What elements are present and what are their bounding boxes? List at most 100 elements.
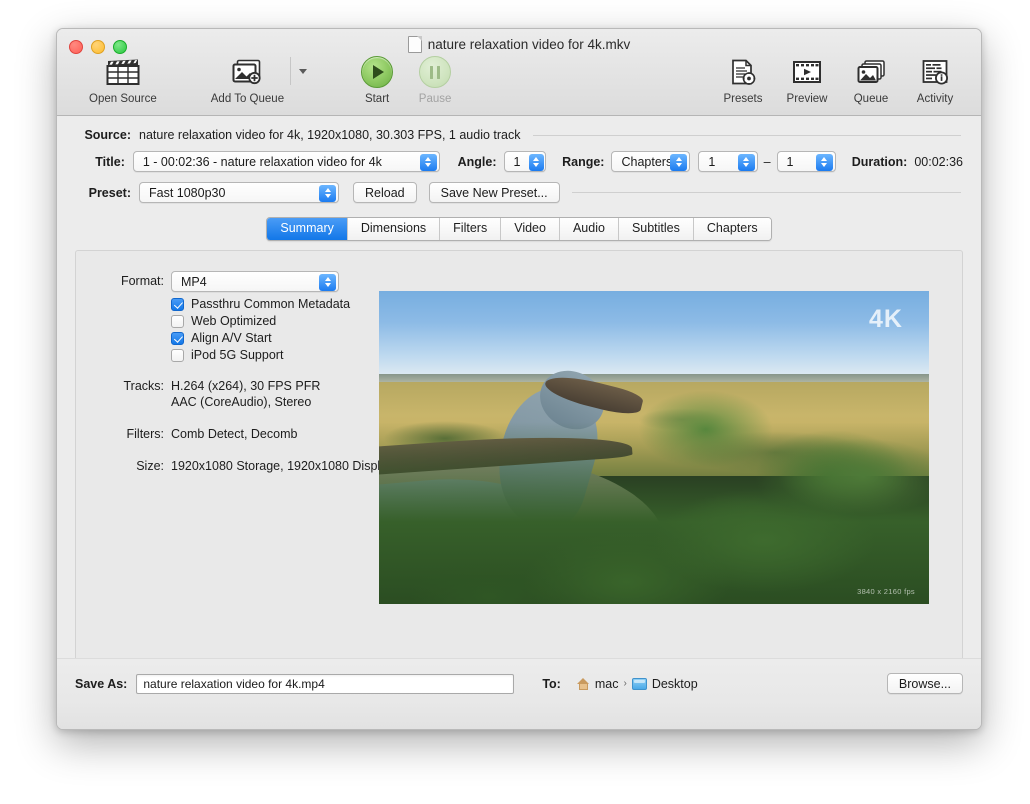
- start-button-circle: [361, 56, 394, 88]
- source-separator: [532, 134, 961, 136]
- checkbox-align-av-icon: [171, 331, 184, 345]
- toolbar-presets-label: Presets: [723, 93, 763, 105]
- tab-filters[interactable]: Filters: [440, 218, 502, 240]
- checkbox-passthru-common-metadata[interactable]: Passthru Common Metadata: [171, 297, 398, 311]
- toolbar-open-source[interactable]: Open Source: [89, 55, 157, 105]
- save-as-value: nature relaxation video for 4k.mp4: [143, 676, 325, 691]
- size-value: 1920x1080 Storage, 1920x1080 Display: [171, 459, 394, 473]
- tab-group: Summary Dimensions Filters Video Audio S…: [266, 217, 772, 241]
- filters-row: Filters: Comb Detect, Decomb: [98, 424, 398, 442]
- range-start-stepper[interactable]: 1: [698, 151, 758, 172]
- checkbox-ipod-label: iPod 5G Support: [191, 348, 284, 362]
- format-label: Format:: [120, 274, 164, 288]
- toolbar-activity-label: Activity: [916, 93, 954, 105]
- queue-icon: [856, 55, 886, 89]
- filters-value: Comb Detect, Decomb: [171, 427, 298, 441]
- range-type-popup[interactable]: Chapters: [611, 151, 691, 172]
- checkbox-web-optimized-icon: [171, 314, 184, 328]
- range-label: Range:: [562, 154, 605, 169]
- toolbar-add-to-queue[interactable]: Add To Queue: [211, 55, 284, 105]
- duration-label: Duration:: [851, 154, 908, 169]
- range-end-arrows-icon: [815, 153, 833, 171]
- toolbar-presets[interactable]: Presets: [717, 55, 769, 105]
- reload-button[interactable]: Reload: [353, 182, 417, 203]
- preset-separator: [571, 192, 961, 193]
- angle-label: Angle:: [457, 154, 497, 169]
- range-end-stepper[interactable]: 1: [776, 151, 836, 172]
- summary-form: Format: MP4 Passthru Common Metadata Web…: [98, 271, 398, 477]
- format-options-group: Passthru Common Metadata Web Optimized A…: [98, 297, 398, 362]
- preset-popup-button[interactable]: Fast 1080p30: [139, 182, 339, 203]
- tracks-audio-line: AAC (CoreAudio), Stereo: [171, 395, 312, 409]
- tab-dimensions[interactable]: Dimensions: [347, 218, 441, 240]
- checkbox-ipod-5g-support[interactable]: iPod 5G Support: [171, 348, 398, 362]
- toolbar-start-label: Start: [364, 93, 390, 105]
- preset-popup-arrows-icon: [319, 184, 336, 202]
- chevron-down-icon[interactable]: [299, 69, 308, 74]
- tab-bar: Summary Dimensions Filters Video Audio S…: [57, 217, 981, 241]
- toolbar-open-source-label: Open Source: [89, 93, 157, 105]
- home-icon: [576, 677, 590, 690]
- angle-value: 1: [513, 154, 521, 169]
- tab-summary[interactable]: Summary: [267, 218, 348, 240]
- reload-label: Reload: [365, 185, 405, 200]
- tab-audio-label: Audio: [572, 221, 605, 235]
- preview-4k-watermark: 4K: [869, 305, 903, 333]
- browse-button[interactable]: Browse...: [886, 673, 963, 694]
- preset-row: Preset: Fast 1080p30 Reload Save New Pre…: [75, 182, 963, 203]
- toolbar-preview[interactable]: Preview: [781, 55, 833, 105]
- toolbar-activity[interactable]: Activity: [909, 55, 961, 105]
- angle-stepper-arrows-icon: [528, 153, 544, 171]
- play-triangle-icon: [373, 65, 385, 79]
- tab-chapters-label: Chapters: [706, 221, 758, 235]
- checkbox-ipod-icon: [171, 348, 184, 362]
- toolbar-divider: [290, 57, 292, 85]
- checkbox-web-optimized[interactable]: Web Optimized: [171, 314, 398, 328]
- tracks-label: Tracks:: [123, 379, 164, 393]
- toolbar-add-to-queue-group: Add To Queue: [211, 55, 308, 105]
- tab-audio[interactable]: Audio: [559, 218, 619, 240]
- browse-label: Browse...: [898, 676, 951, 691]
- summary-panel: Format: MP4 Passthru Common Metadata Web…: [75, 250, 963, 675]
- save-as-label: Save As:: [75, 676, 128, 691]
- preview-resolution-overlay: 3840 x 2160 fps: [857, 587, 915, 596]
- breadcrumb-separator-icon: ›: [623, 678, 627, 689]
- window-title: nature relaxation video for 4k.mkv: [427, 37, 631, 52]
- destination-path-breadcrumb[interactable]: mac › Desktop: [576, 676, 698, 691]
- checkbox-align-av-start[interactable]: Align A/V Start: [171, 331, 398, 345]
- toolbar-queue-label: Queue: [853, 93, 889, 105]
- filters-label: Filters:: [126, 427, 165, 441]
- tab-subtitles[interactable]: Subtitles: [618, 218, 694, 240]
- preview-foreground-forest: [379, 422, 929, 604]
- checkbox-passthru-icon: [171, 297, 184, 311]
- save-new-preset-label: Save New Preset...: [440, 185, 548, 200]
- title-popup-arrows-icon: [419, 153, 437, 171]
- tab-filters-label: Filters: [453, 221, 488, 235]
- toolbar-queue[interactable]: Queue: [845, 55, 897, 105]
- title-popup-value: 1 - 00:02:36 - nature relaxation video f…: [142, 154, 382, 169]
- save-new-preset-button[interactable]: Save New Preset...: [428, 182, 560, 203]
- toolbar-preview-label: Preview: [786, 93, 828, 105]
- save-as-input[interactable]: nature relaxation video for 4k.mp4: [136, 673, 515, 694]
- angle-stepper[interactable]: 1: [503, 151, 547, 172]
- folder-icon: [631, 677, 647, 690]
- toolbar-pause-label: Pause: [418, 93, 452, 105]
- size-label: Size:: [136, 459, 164, 473]
- title-row: Title: 1 - 00:02:36 - nature relaxation …: [75, 151, 963, 172]
- tab-video[interactable]: Video: [501, 218, 560, 240]
- screenshot-root: nature relaxation video for 4k.mkv Open …: [0, 0, 1030, 804]
- title-popup-button[interactable]: 1 - 00:02:36 - nature relaxation video f…: [132, 151, 440, 172]
- checkbox-align-av-label: Align A/V Start: [191, 331, 272, 345]
- preset-label: Preset:: [88, 185, 131, 200]
- toolbar-pause[interactable]: Pause: [409, 55, 461, 105]
- format-popup-button[interactable]: MP4: [171, 271, 339, 292]
- activity-icon: [921, 55, 949, 89]
- path-home-label: mac: [594, 676, 619, 691]
- tab-chapters[interactable]: Chapters: [693, 218, 771, 240]
- play-icon: [361, 55, 394, 89]
- format-popup-arrows-icon: [319, 273, 336, 291]
- destination-footer: Save As: nature relaxation video for 4k.…: [57, 658, 981, 729]
- format-row: Format: MP4: [98, 271, 398, 292]
- toolbar-start[interactable]: Start: [351, 55, 403, 105]
- range-dash: –: [763, 154, 771, 169]
